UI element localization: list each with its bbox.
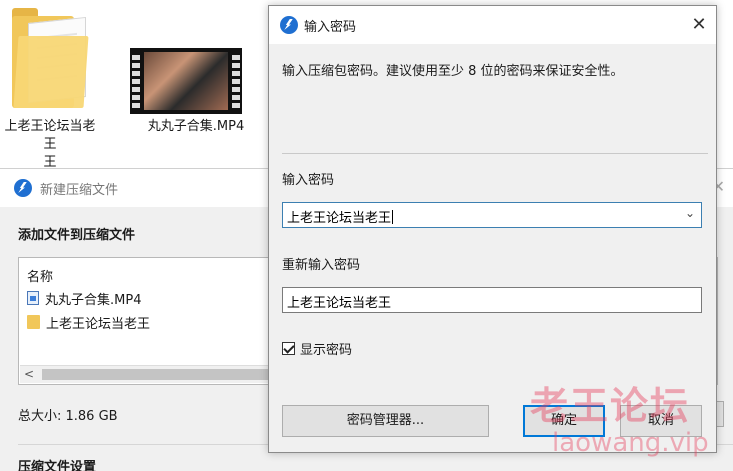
scrollbar-thumb[interactable]: [42, 369, 282, 380]
add-files-heading: 添加文件到压缩文件: [18, 228, 136, 243]
desktop-folder-item[interactable]: 上老王论坛当老王 王: [0, 0, 100, 170]
folder-icon: [12, 6, 89, 108]
show-password-checkbox[interactable]: 显示密码: [282, 339, 352, 358]
total-size-text: 总大小: 1.86 GB: [18, 409, 118, 424]
watermark-text: 老王论坛: [530, 384, 691, 428]
app-logo-icon: [280, 16, 298, 34]
desktop-video-item[interactable]: 丸丸子合集.MP4: [118, 0, 268, 140]
password-label: 输入密码: [282, 173, 335, 188]
column-header-name[interactable]: 名称: [27, 266, 53, 285]
divider: [282, 153, 708, 154]
password-field-value[interactable]: 上老王论坛当老王: [287, 207, 394, 226]
folder-icon: [27, 315, 40, 329]
app-logo-icon: [14, 179, 32, 197]
password-manager-button[interactable]: 密码管理器...: [282, 405, 489, 437]
chevron-left-icon[interactable]: <: [24, 367, 34, 381]
desktop-video-label: 丸丸子合集.MP4: [147, 119, 245, 134]
desktop-folder-label: 上老王论坛当老王 王: [4, 119, 96, 170]
archive-settings-heading: 压缩文件设置: [18, 460, 97, 471]
list-item-label: 上老王论坛当老王: [46, 316, 151, 332]
list-item[interactable]: 上老王论坛当老王: [27, 312, 150, 332]
confirm-password-label: 重新输入密码: [282, 258, 361, 273]
password-dialog-title: 输入密码: [304, 20, 357, 35]
chevron-down-icon[interactable]: ⌄: [685, 206, 695, 220]
checkbox-checked-icon[interactable]: [282, 342, 295, 355]
new-archive-title: 新建压缩文件: [40, 183, 119, 198]
close-button[interactable]: ✕: [684, 10, 714, 40]
list-item-label: 丸丸子合集.MP4: [45, 292, 142, 308]
watermark-url: laowang.vip: [552, 428, 709, 458]
show-password-label: 显示密码: [300, 343, 353, 358]
password-combobox[interactable]: 上老王论坛当老王 ⌄: [282, 202, 702, 228]
list-item[interactable]: 丸丸子合集.MP4: [27, 288, 141, 308]
confirm-password-input[interactable]: 上老王论坛当老王: [282, 287, 702, 313]
password-dialog-titlebar: 输入密码 ✕: [269, 6, 716, 44]
video-file-icon: [27, 291, 39, 305]
video-thumbnail-icon: [130, 48, 242, 114]
confirm-password-value[interactable]: 上老王论坛当老王: [287, 292, 391, 311]
password-description: 输入压缩包密码。建议使用至少 8 位的密码来保证安全性。: [282, 64, 624, 79]
